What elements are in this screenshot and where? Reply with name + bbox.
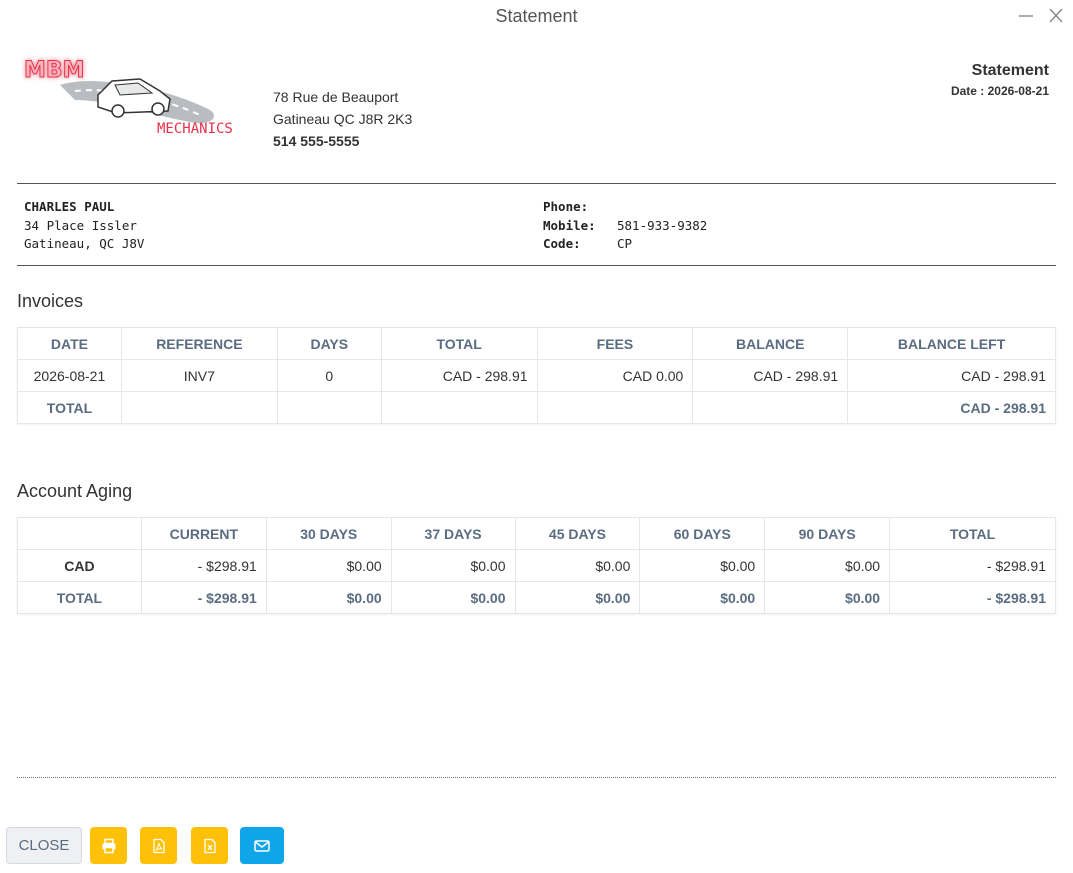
code-value: CP — [617, 236, 633, 251]
total-37: $0.00 — [390, 581, 516, 614]
invoice-total: CAD - 298.91 — [380, 359, 538, 392]
aging-current: - $298.91 — [140, 549, 267, 582]
total-total: - $298.91 — [889, 581, 1056, 614]
invoice-days: 0 — [276, 359, 382, 392]
column-header: 90 DAYS — [764, 517, 891, 550]
email-icon — [254, 839, 270, 852]
table-header-row: DATE REFERENCE DAYS TOTAL FEES BALANCE B… — [17, 327, 1056, 360]
column-header: BALANCE LEFT — [847, 327, 1056, 360]
aging-table: CURRENT 30 DAYS 37 DAYS 45 DAYS 60 DAYS … — [17, 517, 1056, 614]
table-total-row: TOTAL CAD - 298.91 — [17, 391, 1056, 424]
aging-total: - $298.91 — [889, 549, 1056, 582]
invoices-table: DATE REFERENCE DAYS TOTAL FEES BALANCE B… — [17, 327, 1056, 424]
client-name: CHARLES PAUL — [24, 199, 115, 214]
column-header: FEES — [536, 327, 694, 360]
total-45: $0.00 — [514, 581, 641, 614]
invoice-balance: CAD - 298.91 — [692, 359, 849, 392]
minimize-icon[interactable] — [1016, 4, 1036, 26]
company-phone: 514 555-5555 — [273, 133, 360, 149]
excel-button[interactable] — [191, 827, 228, 864]
aging-37: $0.00 — [390, 549, 516, 582]
client-info: CHARLES PAUL 34 Place Issler Gatineau, Q… — [24, 198, 144, 254]
footer-divider — [17, 777, 1056, 778]
mobile-label: Mobile: — [543, 217, 596, 233]
print-button[interactable] — [90, 827, 127, 864]
table-row: CAD - $298.91 $0.00 $0.00 $0.00 $0.00 $0… — [17, 549, 1056, 582]
divider — [17, 183, 1056, 184]
client-address-line1: 34 Place Issler — [24, 217, 137, 233]
mobile-value: 581-933-9382 — [617, 217, 708, 233]
document-title: Statement — [971, 62, 1049, 79]
total-label: TOTAL — [17, 391, 122, 424]
column-header: 30 DAYS — [265, 517, 392, 550]
total-label: TOTAL — [17, 581, 142, 614]
title-bar: Statement — [0, 0, 1073, 32]
invoices-title: Invoices — [17, 291, 84, 311]
divider — [17, 265, 1056, 266]
column-header — [17, 517, 142, 550]
print-icon — [102, 838, 115, 853]
aging-45: $0.00 — [514, 549, 641, 582]
table-total-row: TOTAL - $298.91 $0.00 $0.00 $0.00 $0.00 … — [17, 581, 1056, 614]
phone-label: Phone: — [543, 199, 589, 214]
invoice-reference[interactable]: INV7 — [120, 359, 278, 392]
column-header: DATE — [17, 327, 122, 360]
invoice-fees: CAD 0.00 — [536, 359, 694, 392]
total-30: $0.00 — [265, 581, 392, 614]
document-header: Statement Date : 2026-08-21 — [951, 62, 1049, 98]
invoice-date: 2026-08-21 — [17, 359, 122, 392]
empty-cell — [536, 391, 694, 424]
company-address-line1: 78 Rue de Beauport — [273, 89, 399, 105]
logo-mechanics-text: MECHANICS — [157, 121, 233, 137]
column-header: BALANCE — [692, 327, 849, 360]
total-current: - $298.91 — [140, 581, 267, 614]
close-icon[interactable] — [1046, 4, 1066, 26]
total-60: $0.00 — [639, 581, 766, 614]
company-address-line2: Gatineau QC J8R 2K3 — [273, 111, 413, 127]
currency-label: CAD — [17, 549, 142, 582]
column-header: CURRENT — [140, 517, 267, 550]
column-header: TOTAL — [380, 327, 538, 360]
pdf-icon — [152, 838, 165, 853]
empty-cell — [692, 391, 849, 424]
table-header-row: CURRENT 30 DAYS 37 DAYS 45 DAYS 60 DAYS … — [17, 517, 1056, 550]
excel-icon — [203, 838, 216, 853]
aging-60: $0.00 — [639, 549, 766, 582]
window-title: Statement — [495, 6, 578, 26]
column-header: 60 DAYS — [639, 517, 766, 550]
company-logo: MBM MECHANICS — [20, 55, 260, 145]
company-address: 78 Rue de Beauport Gatineau QC J8R 2K3 5… — [273, 86, 412, 152]
empty-cell — [276, 391, 382, 424]
column-header: TOTAL — [889, 517, 1056, 550]
aging-90: $0.00 — [764, 549, 891, 582]
close-button[interactable]: CLOSE — [6, 827, 82, 864]
client-contact: Phone: Mobile: 581-933-9382 Code: CP — [543, 198, 707, 254]
code-label: Code: — [543, 236, 581, 251]
column-header: 45 DAYS — [514, 517, 641, 550]
column-header: 37 DAYS — [390, 517, 516, 550]
empty-cell — [380, 391, 538, 424]
invoice-balance-left: CAD - 298.91 — [847, 359, 1056, 392]
logo-mbm-text: MBM — [24, 58, 85, 83]
total-90: $0.00 — [764, 581, 891, 614]
pdf-button[interactable] — [140, 827, 177, 864]
aging-30: $0.00 — [265, 549, 392, 582]
email-button[interactable] — [240, 827, 284, 864]
column-header: DAYS — [276, 327, 382, 360]
empty-cell — [120, 391, 278, 424]
client-address-line2: Gatineau, QC J8V — [24, 236, 145, 251]
table-row[interactable]: 2026-08-21 INV7 0 CAD - 298.91 CAD 0.00 … — [17, 359, 1056, 392]
column-header: REFERENCE — [120, 327, 278, 360]
document-date: Date : 2026-08-21 — [950, 84, 1049, 98]
total-balance-left: CAD - 298.91 — [847, 391, 1056, 424]
aging-title: Account Aging — [17, 481, 133, 501]
